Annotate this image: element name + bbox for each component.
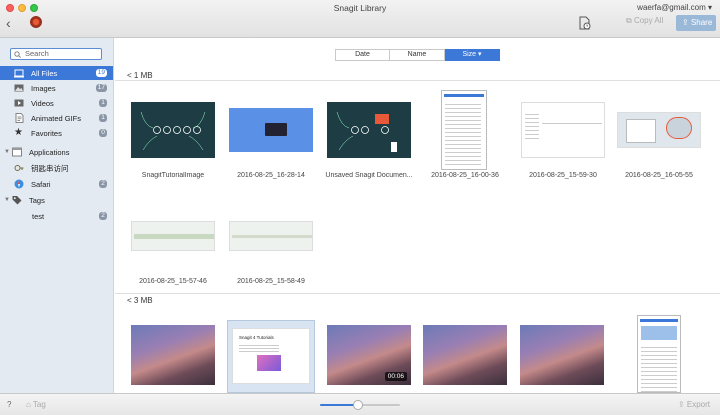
sidebar-item-images[interactable]: Images 17	[0, 81, 113, 95]
title-bar: ‹ Snagit Library waerfa@gmail.com ▾ ⧉ Co…	[0, 0, 720, 38]
thumbnail-unsaved-document[interactable]	[327, 102, 411, 158]
thumbnail-sierra-wallpaper[interactable]	[520, 325, 604, 385]
disclosure-triangle-icon[interactable]: ▼	[4, 197, 10, 203]
thumbnail-label: 2016-08-25_16-05-55	[625, 172, 693, 179]
sort-by-name-button[interactable]: Name	[390, 49, 445, 61]
library-grid: Date Name Size ▾ < 1 MB SnagitTutorialIm…	[115, 38, 720, 393]
group-header: < 3 MB	[127, 296, 153, 305]
images-icon	[14, 83, 24, 93]
sidebar-item-tag-test[interactable]: test 2	[0, 209, 113, 223]
thumbnail-label: Unsaved Snagit Documen...	[325, 172, 413, 179]
group-header: < 1 MB	[127, 71, 153, 80]
count-badge: 2	[99, 212, 107, 220]
thumbnail-2016-08-25-15-57-46[interactable]	[131, 221, 215, 251]
thumbnail-2016-08-25-15-59-30[interactable]	[521, 102, 605, 158]
sort-by-size-button[interactable]: Size ▾	[445, 49, 500, 61]
thumbnail-webpage[interactable]	[637, 315, 681, 393]
count-badge: 17	[95, 84, 107, 92]
sidebar-section-tags[interactable]: ▼ Tags	[0, 193, 113, 207]
group-divider	[115, 293, 720, 294]
all-files-icon	[14, 68, 24, 78]
copy-all-button[interactable]: ⧉ Copy All	[626, 16, 663, 26]
applications-icon	[12, 147, 22, 157]
count-badge: 2	[99, 180, 107, 188]
tag-icon	[12, 195, 22, 205]
group-divider	[115, 80, 720, 81]
sidebar-item-videos[interactable]: Videos 1	[0, 96, 113, 110]
export-button[interactable]: ⇪ Export	[678, 400, 710, 409]
thumbnail-label: 2016-08-25_15-59-30	[529, 172, 597, 179]
sidebar-item-safari[interactable]: Safari 2	[0, 177, 113, 191]
star-icon: ★	[14, 127, 23, 138]
sidebar: Search All Files 19 Images 17 Videos 1 A…	[0, 38, 114, 393]
account-menu[interactable]: waerfa@gmail.com ▾	[637, 3, 712, 12]
search-icon	[14, 51, 21, 58]
sidebar-item-animated-gifs[interactable]: Animated GIFs 1	[0, 111, 113, 125]
thumbnail-2016-08-25-15-58-49[interactable]	[229, 221, 313, 251]
snagit-logo-icon	[30, 16, 42, 28]
zoom-slider[interactable]	[320, 400, 400, 410]
sort-control: Date Name Size ▾	[335, 49, 500, 61]
keychain-icon	[14, 163, 24, 173]
safari-icon	[14, 179, 24, 189]
gif-icon	[14, 113, 24, 123]
help-button[interactable]: ?	[7, 400, 11, 409]
zoom-slider-knob[interactable]	[353, 400, 364, 410]
thumbnail-video[interactable]: 00:06	[327, 325, 411, 385]
thumbnail-label: SnagitTutorialImage	[141, 172, 205, 179]
thumbnail-2016-08-25-16-00-36[interactable]	[441, 90, 487, 170]
capture-document-icon	[579, 16, 591, 30]
count-badge: 1	[99, 99, 107, 107]
sidebar-item-all-files[interactable]: All Files 19	[0, 66, 113, 80]
count-badge: 19	[95, 69, 107, 77]
share-button[interactable]: ⇪ Share	[676, 15, 716, 31]
thumbnail-label: 2016-08-25_15-58-49	[237, 278, 305, 285]
chevron-left-icon: ‹	[6, 15, 11, 31]
sidebar-item-favorites[interactable]: ★ Favorites 0	[0, 126, 113, 140]
thumbnail-2016-08-25-16-28-14[interactable]	[229, 108, 313, 152]
thumbnail-sierra-wallpaper[interactable]	[423, 325, 507, 385]
video-duration: 00:06	[384, 372, 407, 381]
count-badge: 1	[99, 114, 107, 122]
tag-icon: ⌂	[26, 400, 31, 409]
thumbnail-label: 2016-08-25_16-28-14	[237, 172, 305, 179]
thumbnail-sierra-wallpaper[interactable]	[131, 325, 215, 385]
search-input[interactable]: Search	[10, 48, 102, 60]
thumbnail-label: 2016-08-25_15-57-46	[139, 278, 207, 285]
share-icon: ⇪	[682, 18, 689, 27]
copy-icon: ⧉	[626, 16, 632, 25]
back-button[interactable]: ‹	[6, 16, 11, 30]
new-capture-button[interactable]	[578, 16, 592, 30]
thumbnail-tutorial-image[interactable]	[131, 102, 215, 158]
tag-button[interactable]: ⌂ Tag	[26, 400, 46, 409]
disclosure-triangle-icon[interactable]: ▼	[4, 149, 10, 155]
export-icon: ⇪	[677, 400, 685, 409]
sort-by-date-button[interactable]: Date	[335, 49, 390, 61]
sidebar-section-applications[interactable]: ▼ Applications	[0, 145, 113, 159]
thumbnail-snagit-tutorials[interactable]: Snagit 4 Tutorials	[232, 328, 310, 384]
bottom-toolbar: ? ⌂ Tag ⇪ Export	[0, 393, 720, 415]
thumbnail-2016-08-25-16-05-55[interactable]	[617, 112, 701, 148]
sidebar-item-keychain[interactable]: 钥匙串访问	[0, 161, 113, 175]
count-badge: 0	[99, 129, 107, 137]
thumbnail-label: 2016-08-25_16-00-36	[431, 172, 499, 179]
window-title: Snagit Library	[333, 3, 387, 13]
videos-icon	[14, 98, 24, 108]
